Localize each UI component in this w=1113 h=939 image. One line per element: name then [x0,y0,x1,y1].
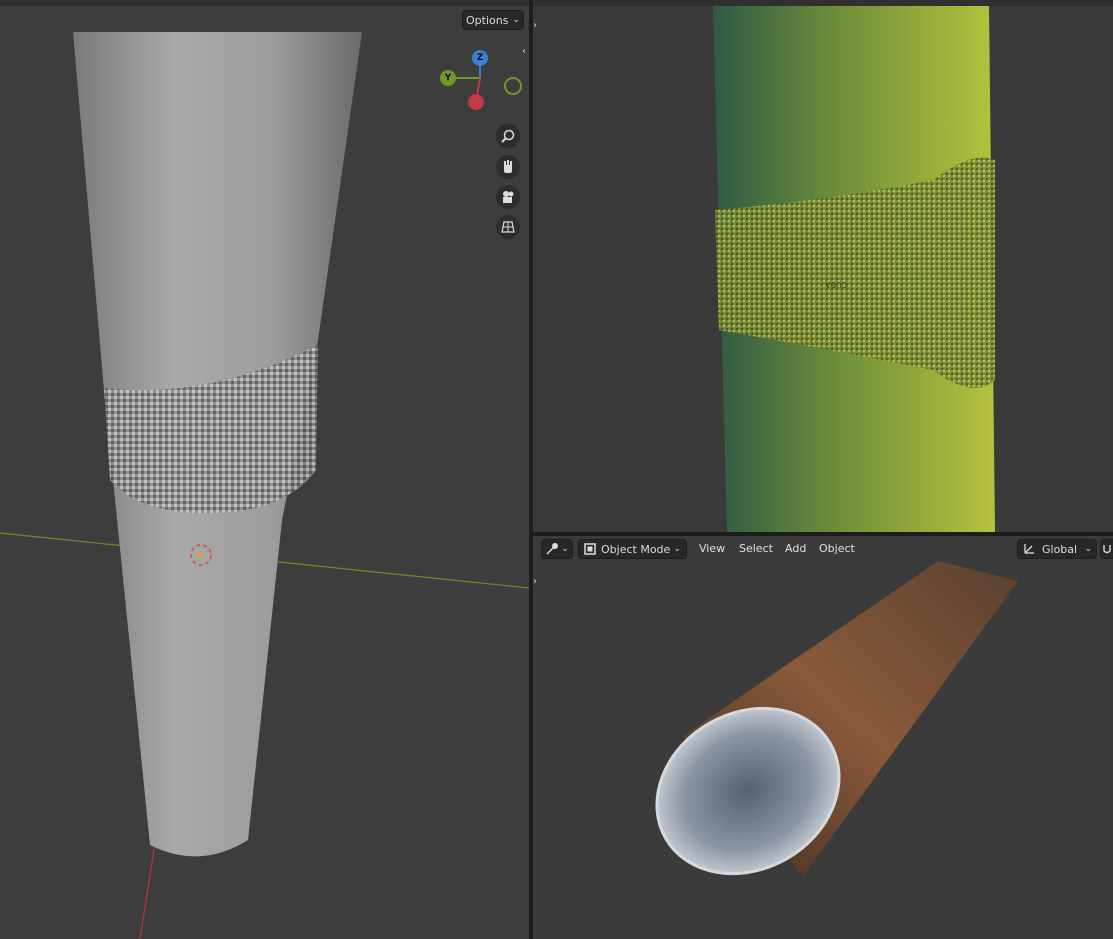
z-axis-icon[interactable]: Z [472,50,488,66]
top-right-header-strip [533,0,1113,6]
y-axis-icon[interactable]: Y [440,70,456,86]
options-label: Options [466,13,509,27]
zoom-icon[interactable] [496,124,520,148]
left-header-strip [0,0,529,6]
viewport-top-right[interactable]: › CUBA [533,0,1113,532]
chevron-down-icon: ⌄ [673,544,681,554]
snap-toggle-button[interactable] [1100,539,1113,559]
top-right-viewport-scene [713,6,995,532]
snap-icon [1103,545,1111,554]
orientation-label: Global [1042,542,1078,556]
editor-type-button[interactable]: ⌄ [541,539,573,559]
hand-pan-icon[interactable] [496,155,520,179]
menu-view[interactable]: View [699,539,725,559]
viewport-left[interactable]: Options ⌄ ‹ Z Y [0,0,529,939]
options-button[interactable]: Options ⌄ [462,10,524,30]
chevron-down-icon: ⌄ [512,15,520,25]
menu-select[interactable]: Select [739,539,773,559]
expand-right-arrow-icon[interactable]: › [533,20,537,31]
chevron-down-icon: ⌄ [1084,544,1092,554]
band-text: CUBA [825,280,848,289]
y-label: Y [444,73,452,83]
viewport-bottom-right[interactable]: ⌄ Object Mode ⌄ View Select Add Object G… [533,536,1113,939]
navigation-gizmo[interactable]: Z Y [436,46,524,116]
orientation-icon [1024,544,1034,554]
object-mode-dropdown[interactable]: Object Mode ⌄ [578,539,687,559]
object-mode-icon [584,543,596,555]
menu-add[interactable]: Add [785,539,806,559]
object-mode-label: Object Mode [601,542,671,556]
expand-bottom-arrow-icon[interactable]: › [533,576,537,587]
editor-type-icon [546,543,559,555]
z-label: Z [476,53,484,63]
x-axis-ball-icon[interactable] [468,94,484,110]
transform-orientation-dropdown[interactable]: Global ⌄ [1017,539,1097,559]
left-viewport-scene [0,32,529,939]
menu-object[interactable]: Object [819,539,855,559]
bottom-right-viewport-scene [655,561,1018,876]
perspective-grid-icon[interactable] [496,215,520,239]
camera-icon[interactable] [496,185,520,209]
neg-y-axis-icon[interactable] [504,77,522,95]
chevron-down-icon: ⌄ [561,544,569,554]
